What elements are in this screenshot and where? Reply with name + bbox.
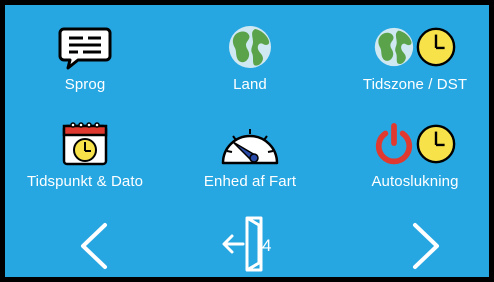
menu-item-label: Tidszone / DST	[362, 76, 468, 93]
menu-item-label: Land	[233, 76, 267, 93]
message-icon	[58, 26, 112, 70]
menu-item-auto-off[interactable]: Autoslukning	[335, 115, 494, 210]
exit-button[interactable]: 4	[221, 215, 283, 273]
power-icon	[373, 121, 415, 167]
menu-item-speed-unit-icons	[219, 115, 281, 167]
menu-item-language-icons	[58, 18, 112, 70]
chevron-right-icon	[413, 223, 439, 269]
settings-screen: Sprog Land Tidszone / DST Tidspunkt & Da…	[0, 0, 494, 282]
next-page-button[interactable]	[405, 221, 445, 271]
calendar-clock-icon	[61, 121, 109, 167]
globe-icon	[373, 24, 415, 70]
menu-item-timezone[interactable]: Tidszone / DST	[335, 18, 494, 113]
menu-item-language[interactable]: Sprog	[5, 18, 165, 113]
speedometer-icon	[219, 121, 281, 167]
chevron-left-icon	[81, 223, 107, 269]
exit-number: 4	[262, 236, 272, 255]
menu-item-time-date-icons	[61, 115, 109, 167]
globe-icon	[227, 24, 273, 70]
menu-item-speed-unit[interactable]: Enhed af Fart	[170, 115, 330, 210]
previous-page-button[interactable]	[75, 221, 115, 271]
clock-icon	[415, 121, 457, 167]
menu-item-label: Tidspunkt & Dato	[26, 173, 144, 190]
menu-item-auto-off-icons	[373, 115, 457, 167]
menu-item-label: Autoslukning	[371, 173, 459, 190]
menu-item-label: Enhed af Fart	[203, 173, 297, 190]
exit-door-icon	[222, 216, 263, 272]
menu-item-time-date[interactable]: Tidspunkt & Dato	[5, 115, 165, 210]
clock-icon	[415, 24, 457, 70]
menu-item-timezone-icons	[373, 18, 457, 70]
menu-item-country[interactable]: Land	[170, 18, 330, 113]
menu-item-country-icons	[227, 18, 273, 70]
menu-item-label: Sprog	[64, 76, 106, 93]
